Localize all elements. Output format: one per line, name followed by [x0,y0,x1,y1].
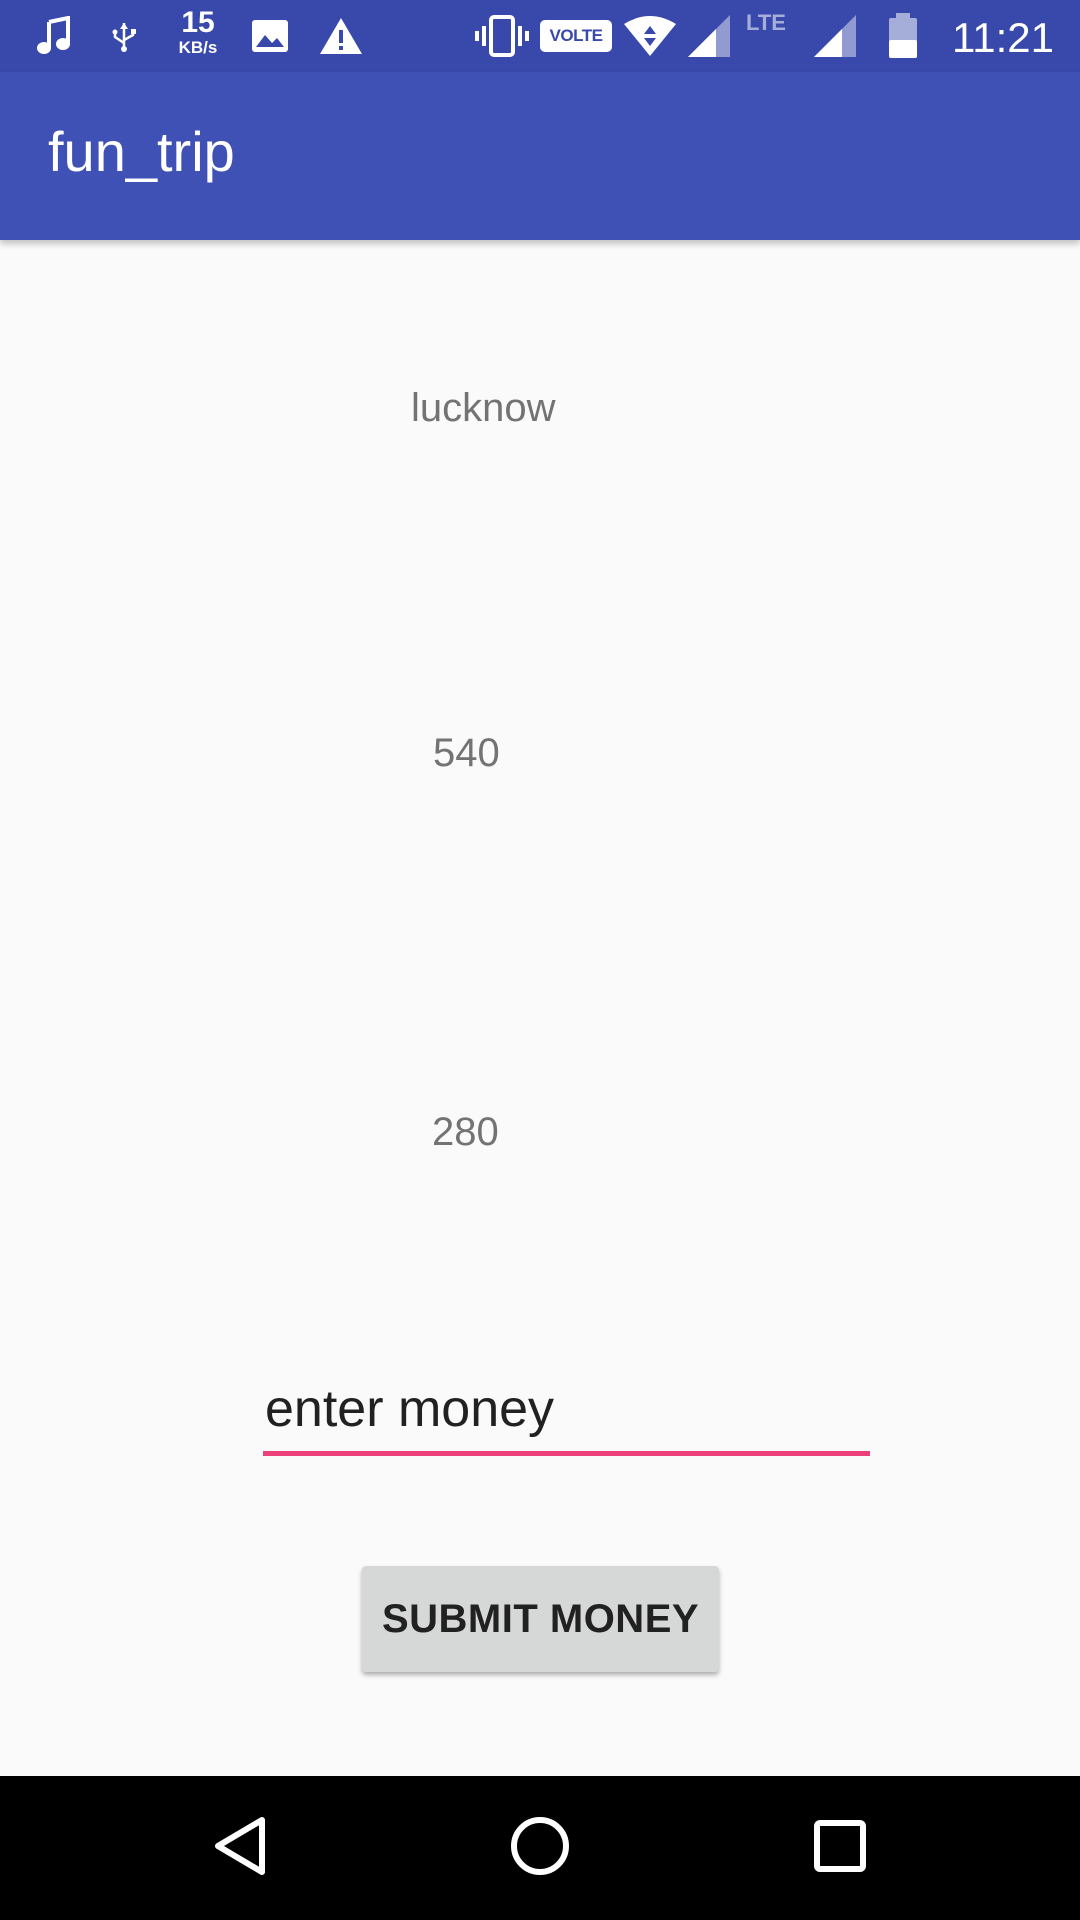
network-speed-unit: KB/s [178,38,218,57]
recents-button[interactable] [760,1776,920,1920]
network-speed: 15 KB/s [170,6,226,57]
vibrate-icon [474,0,530,72]
value-text-1: 540 [433,731,500,775]
nav-bar [0,1776,1080,1920]
lte-label: LTE [746,10,786,35]
battery-icon [886,0,920,72]
app-bar: fun_trip [0,72,1080,240]
warning-icon [318,0,364,72]
usb-debug-icon [106,0,142,72]
signal-icon [812,0,858,72]
wifi-icon [622,0,678,72]
money-input[interactable] [263,1366,870,1456]
volte-badge: VOLTE [540,20,612,52]
home-button[interactable] [460,1776,620,1920]
network-speed-value: 15 [181,6,215,39]
image-icon [250,0,290,72]
music-note-icon [34,0,74,72]
home-icon [510,1816,570,1881]
value-text-2: 280 [432,1110,499,1154]
back-icon [212,1816,268,1881]
submit-money-button[interactable]: SUBMIT MONEY [362,1566,719,1672]
city-text: lucknow [411,386,556,430]
app-title: fun_trip [48,120,235,183]
status-bar: 15 KB/s VOLTE LTE 11:21 [0,0,1080,72]
back-button[interactable] [160,1776,320,1920]
signal-icon [686,0,732,72]
status-time: 11:21 [952,14,1054,61]
recents-icon [813,1819,867,1878]
screen: 15 KB/s VOLTE LTE 11:21 fun_trip lucknow… [0,0,1080,1920]
